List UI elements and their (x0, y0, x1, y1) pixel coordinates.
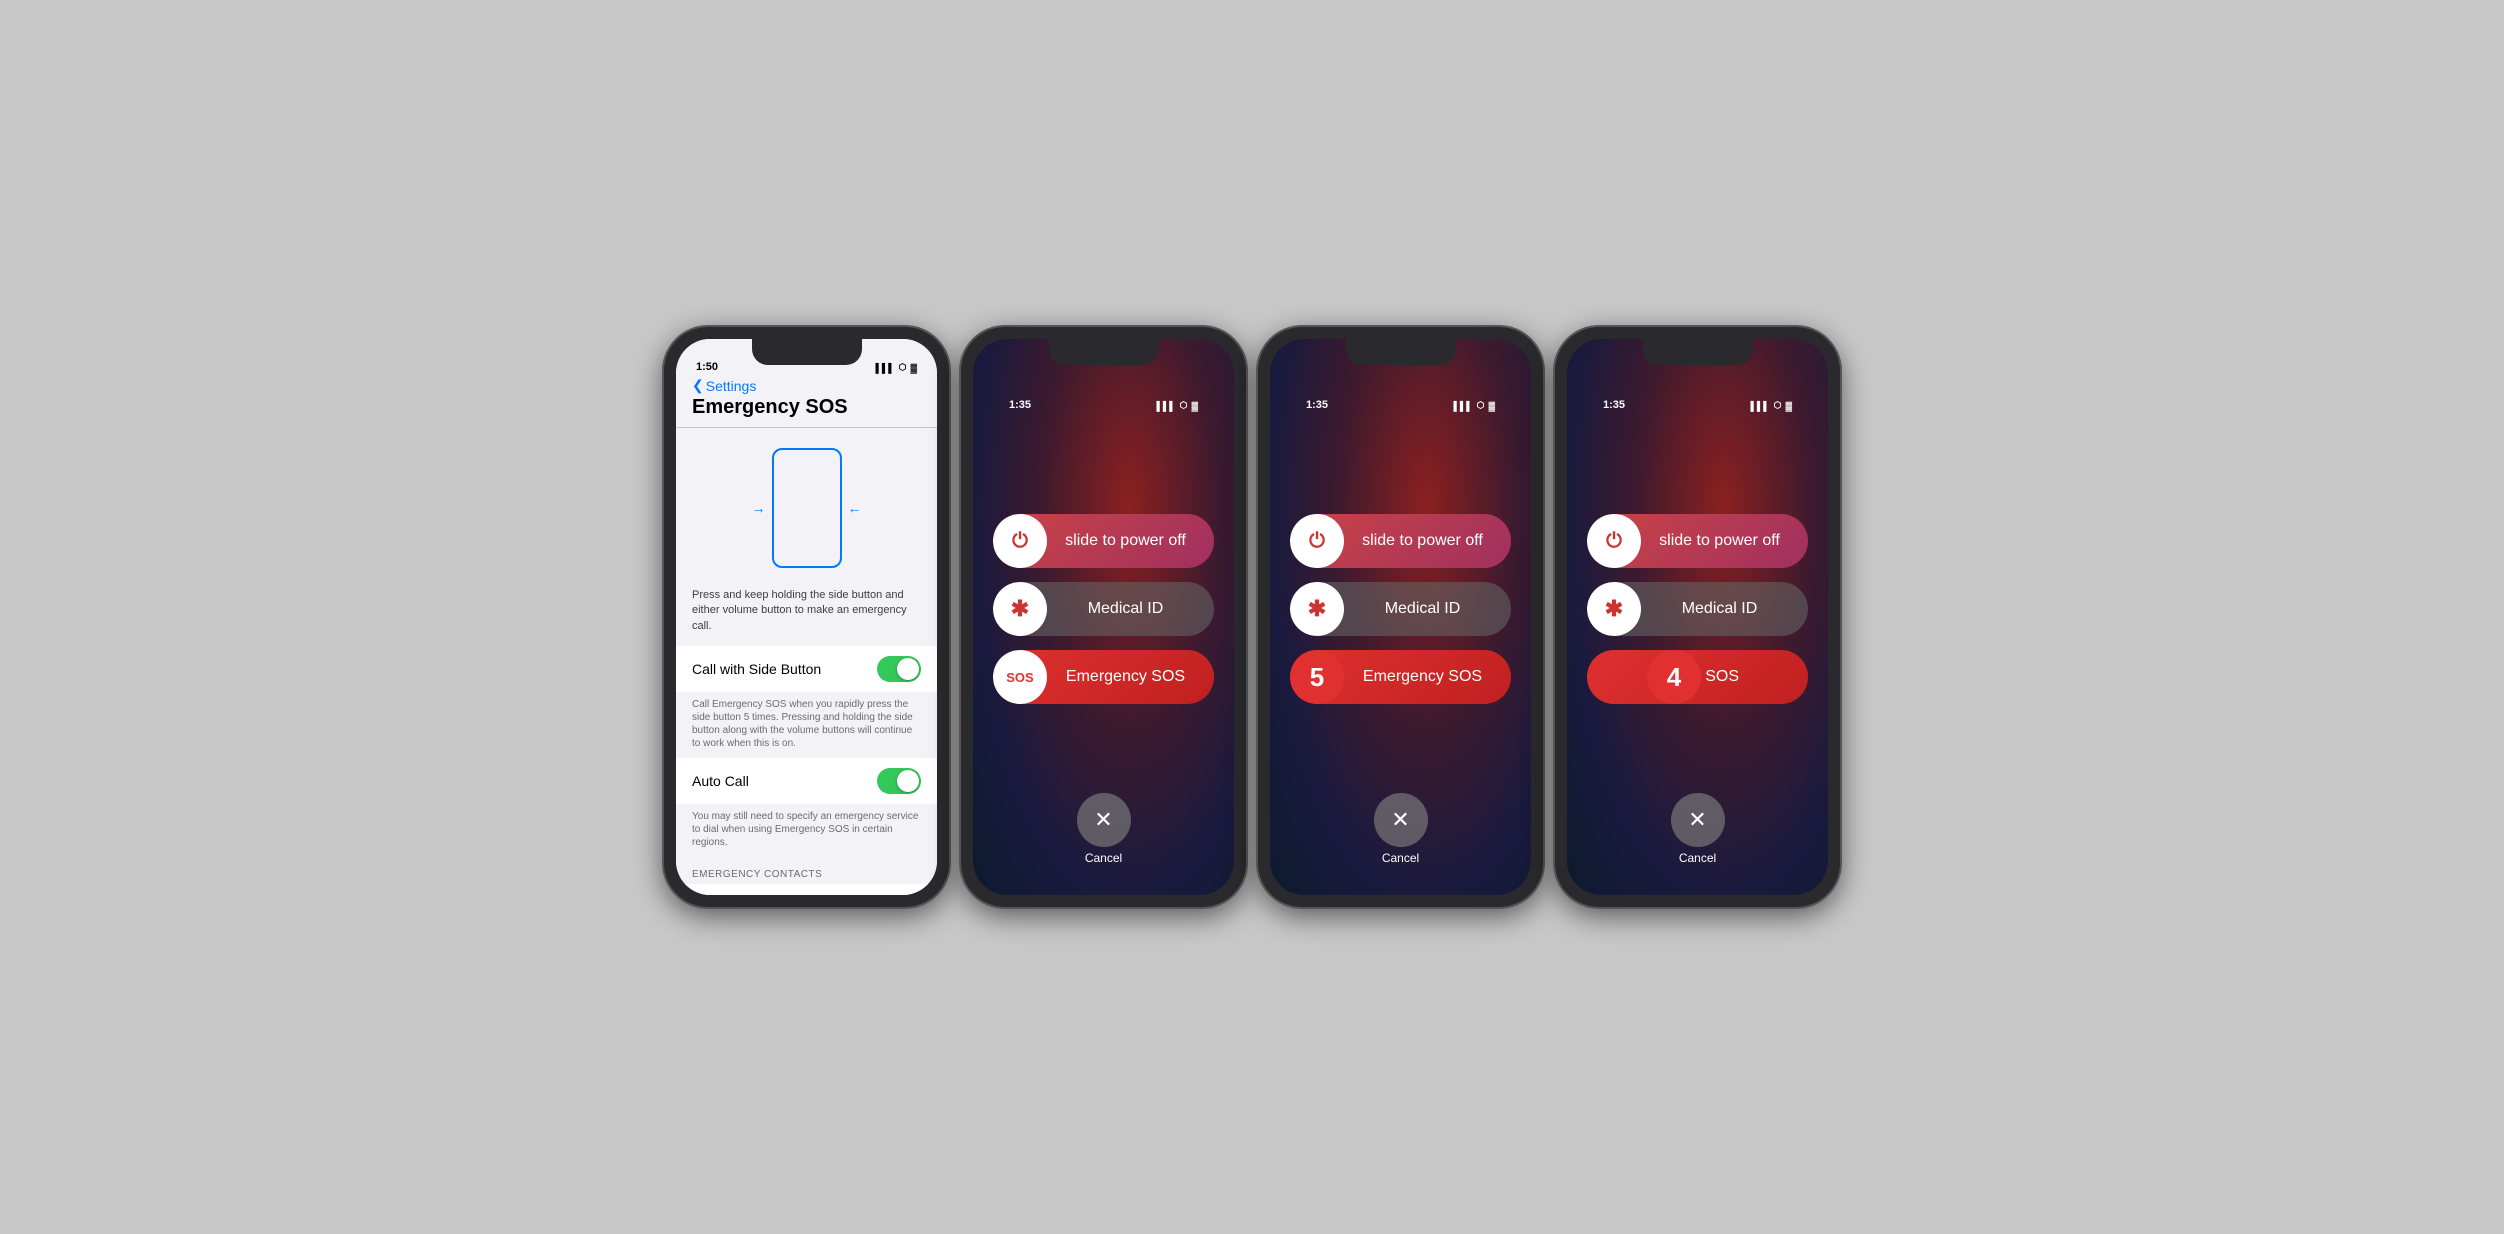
battery-icon: ▓ (910, 363, 917, 373)
sos-slider[interactable]: SOS Emergency SOS (993, 650, 1214, 704)
power-slider[interactable]: ⏻ slide to power off (1587, 514, 1808, 568)
cancel-button[interactable]: ✕ (1077, 793, 1131, 847)
battery-icon: ▓ (1785, 401, 1792, 411)
medical-slider[interactable]: ✱ Medical ID (993, 582, 1214, 636)
medical-slider[interactable]: ✱ Medical ID (1290, 582, 1511, 636)
settings-title: Emergency SOS (692, 396, 921, 419)
wifi-icon: ⬡ (1477, 400, 1485, 411)
sos-label: Emergency SOS (1344, 668, 1511, 686)
auto-call-sub: You may still need to specify an emergen… (676, 806, 937, 857)
emergency-content-2: 1:35 ▌▌▌ ⬡ ▓ ⏻ slide to power off ✱ Medi… (1270, 339, 1531, 895)
emergency-buttons: ⏻ slide to power off ✱ Medical ID 4 ency… (1587, 514, 1808, 704)
cancel-button[interactable]: ✕ (1671, 793, 1725, 847)
emergency-screen-2: 1:35 ▌▌▌ ⬡ ▓ ⏻ slide to power off ✱ Medi… (1270, 339, 1531, 895)
phone-diagram-area (676, 428, 937, 588)
auto-call-group: Auto Call (676, 758, 937, 804)
medical-label: Medical ID (1344, 600, 1511, 618)
phone-emergency-1: 1:35 ▌▌▌ ⬡ ▓ ⏻ slide to power off (961, 327, 1246, 907)
power-icon: ⏻ (993, 514, 1047, 568)
emergency-screen-3: 1:35 ▌▌▌ ⬡ ▓ ⏻ slide to power off ✱ Medi… (1567, 339, 1828, 895)
signal-icon: ▌▌▌ (875, 363, 894, 373)
notch (1643, 339, 1753, 365)
medical-icon: ✱ (1290, 582, 1344, 636)
cancel-area: ✕ Cancel (1671, 793, 1725, 865)
auto-call-toggle[interactable] (877, 768, 921, 794)
cancel-label: Cancel (1382, 851, 1419, 865)
auto-call-row[interactable]: Auto Call (676, 758, 937, 804)
medical-slider[interactable]: ✱ Medical ID (1587, 582, 1808, 636)
wifi-icon: ⬡ (1180, 400, 1188, 411)
sos-countdown-icon: 5 (1290, 650, 1344, 704)
cancel-label: Cancel (1679, 851, 1716, 865)
phone-diagram (772, 448, 842, 568)
notch (1346, 339, 1456, 365)
status-time: 1:35 (1009, 399, 1156, 411)
status-bar: 1:35 ▌▌▌ ⬡ ▓ (1587, 377, 1808, 415)
medical-icon: ✱ (1587, 582, 1641, 636)
side-button-sub: Call Emergency SOS when you rapidly pres… (676, 694, 937, 758)
back-chevron-icon: ❮ (692, 377, 704, 394)
medical-label: Medical ID (1047, 600, 1214, 618)
auto-call-label: Auto Call (692, 773, 749, 789)
power-slider[interactable]: ⏻ slide to power off (1290, 514, 1511, 568)
phone-emergency-2: 1:35 ▌▌▌ ⬡ ▓ ⏻ slide to power off ✱ Medi… (1258, 327, 1543, 907)
medical-label: Medical ID (1641, 600, 1808, 618)
notch (1049, 339, 1159, 365)
settings-body: Press and keep holding the side button a… (676, 428, 937, 895)
power-slider[interactable]: ⏻ slide to power off (993, 514, 1214, 568)
emergency-screen-1: 1:35 ▌▌▌ ⬡ ▓ ⏻ slide to power off (973, 339, 1234, 895)
cancel-button[interactable]: ✕ (1374, 793, 1428, 847)
signal-icon: ▌▌▌ (1156, 401, 1175, 411)
medical-icon: ✱ (993, 582, 1047, 636)
emergency-contacts-header: EMERGENCY CONTACTS (676, 857, 937, 884)
back-label: Settings (706, 378, 757, 394)
wifi-icon: ⬡ (899, 362, 907, 373)
phone-settings: 1:50 ▌▌▌ ⬡ ▓ ❮ Settings Emergency SOS (664, 327, 949, 907)
power-label: slide to power off (1047, 532, 1214, 550)
emergency-buttons: ⏻ slide to power off ✱ Medical ID 5 Emer… (1290, 514, 1511, 704)
side-button-row[interactable]: Call with Side Button (676, 646, 937, 692)
phone-emergency-3: 1:35 ▌▌▌ ⬡ ▓ ⏻ slide to power off ✱ Medi… (1555, 327, 1840, 907)
edit-contacts-link[interactable]: Edit Emergency Contacts in Health (676, 884, 937, 895)
emergency-content-1: 1:35 ▌▌▌ ⬡ ▓ ⏻ slide to power off (973, 339, 1234, 895)
cancel-area: ✕ Cancel (1374, 793, 1428, 865)
side-button-group: Call with Side Button (676, 646, 937, 692)
emergency-content-3: 1:35 ▌▌▌ ⬡ ▓ ⏻ slide to power off ✱ Medi… (1567, 339, 1828, 895)
power-label: slide to power off (1641, 532, 1808, 550)
status-icons: ▌▌▌ ⬡ ▓ (875, 362, 917, 373)
power-icon: ⏻ (1587, 514, 1641, 568)
battery-icon: ▓ (1191, 401, 1198, 411)
status-icons: ▌▌▌ ⬡ ▓ (1156, 400, 1198, 411)
power-icon: ⏻ (1290, 514, 1344, 568)
battery-icon: ▓ (1488, 401, 1495, 411)
settings-back-button[interactable]: ❮ Settings (692, 377, 921, 394)
notch (752, 339, 862, 365)
wifi-icon: ⬡ (1774, 400, 1782, 411)
signal-icon: ▌▌▌ (1453, 401, 1472, 411)
side-button-toggle[interactable] (877, 656, 921, 682)
settings-screen: 1:50 ▌▌▌ ⬡ ▓ ❮ Settings Emergency SOS (676, 339, 937, 895)
side-button-label: Call with Side Button (692, 661, 821, 677)
diagram-caption: Press and keep holding the side button a… (676, 588, 937, 646)
signal-icon: ▌▌▌ (1750, 401, 1769, 411)
sos-countdown-icon: 4 (1647, 650, 1701, 704)
status-icons: ▌▌▌ ⬡ ▓ (1453, 400, 1495, 411)
status-bar: 1:35 ▌▌▌ ⬡ ▓ (1290, 377, 1511, 415)
sos-label: Emergency SOS (1047, 668, 1214, 686)
cancel-area: ✕ Cancel (1077, 793, 1131, 865)
status-bar: 1:35 ▌▌▌ ⬡ ▓ (993, 377, 1214, 415)
cancel-label: Cancel (1085, 851, 1122, 865)
sos-icon: SOS (993, 650, 1047, 704)
settings-content: 1:50 ▌▌▌ ⬡ ▓ ❮ Settings Emergency SOS (676, 339, 937, 895)
contacts-group: Edit Emergency Contacts in Health (676, 884, 937, 895)
scene: 1:50 ▌▌▌ ⬡ ▓ ❮ Settings Emergency SOS (664, 327, 1840, 907)
emergency-buttons: ⏻ slide to power off ✱ Medical ID SOS Em… (993, 514, 1214, 704)
status-time: 1:35 (1306, 399, 1453, 411)
sos-slider[interactable]: 5 Emergency SOS (1290, 650, 1511, 704)
status-time: 1:35 (1603, 399, 1750, 411)
status-icons: ▌▌▌ ⬡ ▓ (1750, 400, 1792, 411)
power-label: slide to power off (1344, 532, 1511, 550)
sos-slider[interactable]: 4 ency SOS (1587, 650, 1808, 704)
